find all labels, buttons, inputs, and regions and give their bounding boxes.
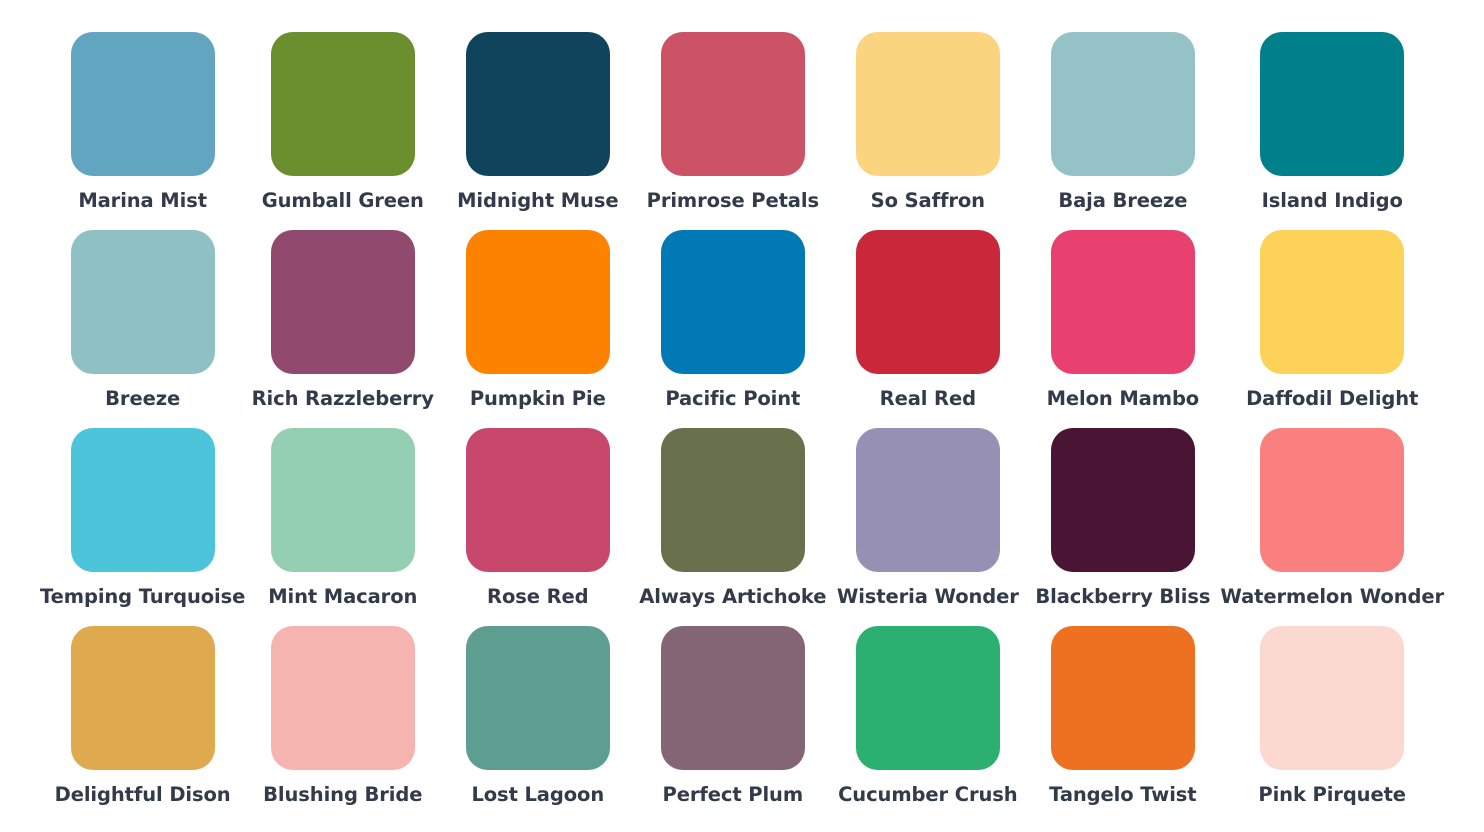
color-swatch-cell[interactable]: Midnight Muse <box>440 32 635 230</box>
color-swatch-cell[interactable]: Delightful Dison <box>40 626 245 824</box>
color-swatch-label: Always Artichoke <box>639 585 827 608</box>
color-swatch-cell[interactable]: Pumpkin Pie <box>440 230 635 428</box>
color-swatch-cell[interactable]: Wisteria Wonder <box>830 428 1025 626</box>
color-swatch-cell[interactable]: So Saffron <box>830 32 1025 230</box>
color-swatch-chip[interactable] <box>270 32 415 176</box>
color-swatch-label: Perfect Plum <box>662 783 804 806</box>
color-swatch-cell[interactable]: Lost Lagoon <box>440 626 635 824</box>
color-swatch-cell[interactable]: Marina Mist <box>40 32 245 230</box>
color-swatch-cell[interactable]: Real Red <box>830 230 1025 428</box>
color-swatch-chip[interactable] <box>1050 32 1195 176</box>
color-swatch-label: So Saffron <box>870 189 985 212</box>
color-swatch-chip[interactable] <box>70 428 215 572</box>
color-swatch-chip[interactable] <box>465 32 610 176</box>
color-swatch-cell[interactable]: Rose Red <box>440 428 635 626</box>
color-swatch-label: Daffodil Delight <box>1246 387 1419 410</box>
color-swatch-chip[interactable] <box>660 230 805 374</box>
color-swatch-chip[interactable] <box>855 32 1000 176</box>
color-swatch-cell[interactable]: Blushing Bride <box>245 626 440 824</box>
color-swatch-chip[interactable] <box>660 626 805 770</box>
color-swatch-cell[interactable]: Melon Mambo <box>1025 230 1220 428</box>
color-swatch-chip[interactable] <box>855 230 1000 374</box>
color-swatch-label: Primrose Petals <box>646 189 819 212</box>
color-swatch-label: Lost Lagoon <box>471 783 605 806</box>
color-swatch-label: Rose Red <box>487 585 589 608</box>
color-swatch-chip[interactable] <box>270 626 415 770</box>
color-swatch-chip[interactable] <box>465 626 610 770</box>
color-swatch-chip[interactable] <box>270 230 415 374</box>
color-swatch-chip[interactable] <box>270 428 415 572</box>
color-swatch-label: Gumball Green <box>261 189 424 212</box>
color-swatch-label: Temping Turquoise <box>40 585 246 608</box>
color-swatch-cell[interactable]: Daffodil Delight <box>1220 230 1444 428</box>
color-palette-grid: Marina Mist Gumball Green Midnight Muse Pri… <box>40 0 1444 824</box>
color-swatch-cell[interactable]: Gumball Green <box>245 32 440 230</box>
color-swatch-label: Watermelon Wonder <box>1220 585 1444 608</box>
color-swatch-cell[interactable]: Island Indigo <box>1220 32 1444 230</box>
color-swatch-cell[interactable]: Temping Turquoise <box>40 428 245 626</box>
color-swatch-cell[interactable]: Baja Breeze <box>1025 32 1220 230</box>
color-swatch-cell[interactable]: Watermelon Wonder <box>1220 428 1444 626</box>
color-swatch-cell[interactable]: Always Artichoke <box>635 428 830 626</box>
color-swatch-label: Cucumber Crush <box>838 783 1018 806</box>
color-swatch-cell[interactable]: Breeze <box>40 230 245 428</box>
color-swatch-cell[interactable]: Pink Pirquete <box>1220 626 1444 824</box>
color-swatch-cell[interactable]: Pacific Point <box>635 230 830 428</box>
color-swatch-chip[interactable] <box>1260 32 1405 176</box>
color-swatch-chip[interactable] <box>70 230 215 374</box>
color-swatch-chip[interactable] <box>70 32 215 176</box>
color-swatch-cell[interactable]: Blackberry Bliss <box>1025 428 1220 626</box>
color-swatch-chip[interactable] <box>1050 230 1195 374</box>
color-swatch-label: Baja Breeze <box>1058 189 1188 212</box>
color-swatch-label: Blackberry Bliss <box>1035 585 1211 608</box>
color-swatch-chip[interactable] <box>1260 230 1405 374</box>
color-swatch-label: Midnight Muse <box>457 189 619 212</box>
color-swatch-chip[interactable] <box>70 626 215 770</box>
color-swatch-cell[interactable]: Perfect Plum <box>635 626 830 824</box>
color-swatch-chip[interactable] <box>855 626 1000 770</box>
color-swatch-label: Melon Mambo <box>1046 387 1200 410</box>
color-swatch-cell[interactable]: Tangelo Twist <box>1025 626 1220 824</box>
color-swatch-chip[interactable] <box>1050 428 1195 572</box>
color-swatch-chip[interactable] <box>1050 626 1195 770</box>
color-swatch-label: Breeze <box>105 387 181 410</box>
color-swatch-cell[interactable]: Rich Razzleberry <box>245 230 440 428</box>
color-swatch-chip[interactable] <box>855 428 1000 572</box>
color-swatch-cell[interactable]: Mint Macaron <box>245 428 440 626</box>
color-swatch-label: Island Indigo <box>1261 189 1403 212</box>
color-swatch-chip[interactable] <box>660 32 805 176</box>
color-swatch-label: Rich Razzleberry <box>251 387 434 410</box>
color-swatch-label: Pumpkin Pie <box>469 387 606 410</box>
color-swatch-label: Blushing Bride <box>263 783 423 806</box>
color-swatch-chip[interactable] <box>465 230 610 374</box>
color-swatch-cell[interactable]: Cucumber Crush <box>830 626 1025 824</box>
color-swatch-label: Mint Macaron <box>268 585 418 608</box>
color-swatch-chip[interactable] <box>660 428 805 572</box>
color-swatch-chip[interactable] <box>1260 626 1405 770</box>
color-swatch-label: Pacific Point <box>665 387 801 410</box>
color-swatch-label: Tangelo Twist <box>1049 783 1197 806</box>
color-swatch-label: Marina Mist <box>78 189 207 212</box>
color-swatch-label: Wisteria Wonder <box>836 585 1019 608</box>
color-swatch-label: Pink Pirquete <box>1258 783 1406 806</box>
color-swatch-label: Real Red <box>879 387 976 410</box>
color-swatch-cell[interactable]: Primrose Petals <box>635 32 830 230</box>
color-swatch-chip[interactable] <box>1260 428 1405 572</box>
color-swatch-label: Delightful Dison <box>54 783 231 806</box>
color-swatch-chip[interactable] <box>465 428 610 572</box>
